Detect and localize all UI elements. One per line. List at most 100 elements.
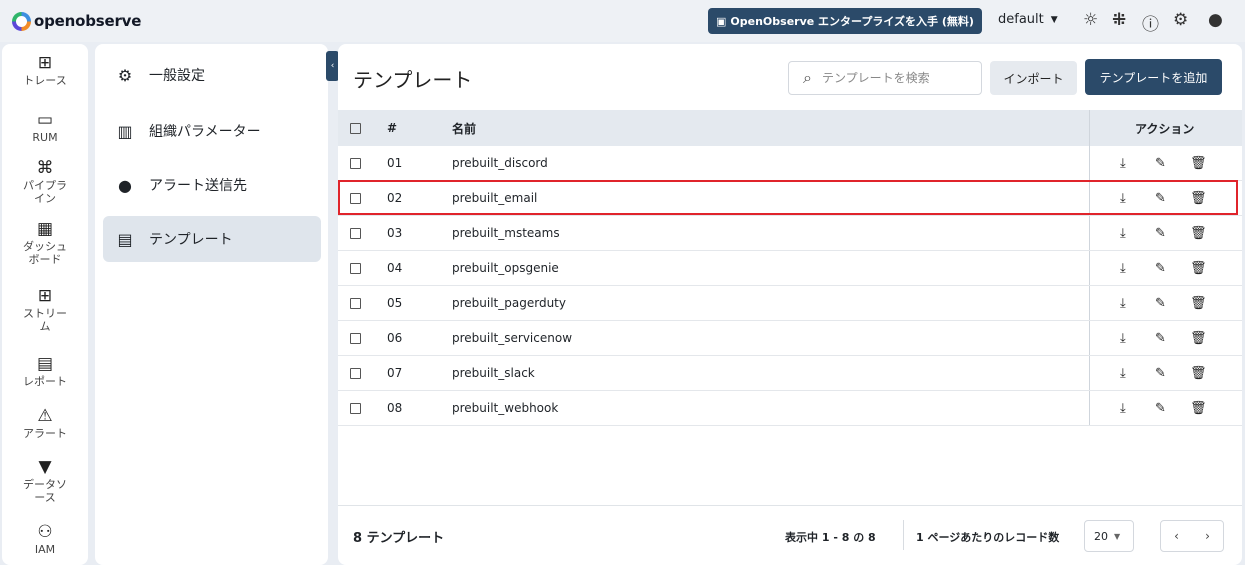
enterprise-button[interactable]: ▣ OpenObserve エンタープライズを入手 (無料) — [708, 8, 982, 34]
iam-icon: ⚇ — [37, 522, 53, 542]
rum-icon: ▭ — [36, 110, 54, 130]
edit-icon[interactable]: ✎ — [1155, 366, 1166, 381]
prev-page-button[interactable]: ‹ — [1161, 521, 1192, 551]
theme-toggle-icon[interactable]: ☼ — [1083, 10, 1098, 30]
delete-icon[interactable]: 🗑 — [1190, 191, 1207, 206]
nav-item-streams[interactable]: ⊞ ストリー ム — [2, 287, 88, 333]
download-icon[interactable]: ⤓ — [1120, 156, 1126, 171]
edit-icon[interactable]: ✎ — [1155, 226, 1166, 241]
slack-icon[interactable]: ⁜ — [1112, 10, 1126, 30]
download-icon[interactable]: ⤓ — [1120, 191, 1126, 206]
row-num: 06 — [387, 331, 403, 345]
row-actions: ⤓ ✎ 🗑 — [1089, 251, 1242, 285]
row-name: prebuilt_servicenow — [452, 331, 573, 345]
table-row[interactable]: 03 prebuilt_msteams ⤓ ✎ 🗑 — [338, 216, 1242, 251]
download-icon[interactable]: ⤓ — [1120, 401, 1126, 416]
settings-item-templates[interactable]: ▤ テンプレート — [103, 216, 321, 262]
delete-icon[interactable]: 🗑 — [1190, 401, 1207, 416]
nav-item-pipeline[interactable]: ⌘ パイプラ イン — [2, 159, 88, 205]
row-checkbox[interactable] — [350, 262, 361, 274]
delete-icon[interactable]: 🗑 — [1190, 331, 1207, 346]
search-box[interactable]: ⌕ — [788, 61, 982, 95]
chevron-left-icon: ‹ — [330, 61, 335, 71]
nav-item-iam[interactable]: ⚇ IAM — [2, 523, 88, 556]
nav-label: データソ ース — [23, 478, 67, 504]
table-row[interactable]: 05 prebuilt_pagerduty ⤓ ✎ 🗑 — [338, 286, 1242, 321]
delete-icon[interactable]: 🗑 — [1190, 366, 1207, 381]
table-row[interactable]: 01 prebuilt_discord ⤓ ✎ 🗑 — [338, 146, 1242, 181]
nav-label: ストリー ム — [23, 307, 67, 333]
nav-item-alerts[interactable]: ⚠ アラート — [2, 407, 88, 440]
nav-item-dashboards[interactable]: ▦ ダッシュ ボード — [2, 220, 88, 266]
row-name: prebuilt_pagerduty — [452, 296, 566, 310]
table-row[interactable]: 04 prebuilt_opsgenie ⤓ ✎ 🗑 — [338, 251, 1242, 286]
nav-label: IAM — [34, 543, 56, 556]
row-checkbox[interactable] — [350, 332, 361, 344]
records-per-page-select[interactable]: 20 ▼ — [1084, 520, 1134, 552]
settings-icon[interactable]: ⚙ — [1173, 10, 1188, 30]
briefcase-icon: ▣ — [716, 14, 727, 28]
row-name: prebuilt_opsgenie — [452, 261, 559, 275]
row-checkbox[interactable] — [350, 297, 361, 309]
row-num: 07 — [387, 366, 403, 380]
next-page-button[interactable]: › — [1192, 521, 1223, 551]
row-checkbox[interactable] — [350, 227, 361, 239]
settings-item-alert-destinations[interactable]: ● アラート送信先 — [103, 162, 321, 208]
settings-item-label: 組織パラメーター — [149, 124, 261, 140]
row-checkbox[interactable] — [350, 157, 361, 169]
row-actions: ⤓ ✎ 🗑 — [1089, 286, 1242, 320]
settings-item-general[interactable]: ⚙ 一般設定 — [103, 52, 321, 98]
delete-icon[interactable]: 🗑 — [1190, 296, 1207, 311]
report-icon: ▤ — [36, 354, 54, 374]
caret-down-icon: ▼ — [1050, 14, 1058, 25]
edit-icon[interactable]: ✎ — [1155, 401, 1166, 416]
nav-item-rum[interactable]: ▭ RUM — [2, 111, 88, 144]
nav-item-datasources[interactable]: ▼ データソ ース — [2, 458, 88, 504]
row-checkbox[interactable] — [350, 367, 361, 379]
edit-icon[interactable]: ✎ — [1155, 261, 1166, 276]
table-row[interactable]: 06 prebuilt_servicenow ⤓ ✎ 🗑 — [338, 321, 1242, 356]
edit-icon[interactable]: ✎ — [1155, 296, 1166, 311]
download-icon[interactable]: ⤓ — [1120, 331, 1126, 346]
table-row[interactable]: 07 prebuilt_slack ⤓ ✎ 🗑 — [338, 356, 1242, 391]
column-header-name[interactable]: 名前 — [452, 120, 476, 137]
table-row[interactable]: 08 prebuilt_webhook ⤓ ✎ 🗑 — [338, 391, 1242, 426]
nav-item-traces[interactable]: ⊞ トレース — [2, 54, 88, 87]
records-per-page-value: 20 — [1094, 529, 1108, 543]
download-icon[interactable]: ⤓ — [1120, 261, 1126, 276]
download-icon[interactable]: ⤓ — [1120, 366, 1126, 381]
nav-item-reports[interactable]: ▤ レポート — [2, 355, 88, 388]
pagination-range: 表示中 1 - 8 の 8 — [785, 531, 876, 544]
user-icon[interactable]: ● — [1208, 10, 1223, 30]
search-input[interactable] — [821, 71, 962, 85]
help-icon[interactable]: ⓘ — [1142, 10, 1159, 35]
download-icon[interactable]: ⤓ — [1120, 226, 1126, 241]
delete-icon[interactable]: 🗑 — [1190, 261, 1207, 276]
logo-text: openobserve — [34, 12, 142, 30]
nav-label: RUM — [32, 131, 58, 144]
row-actions: ⤓ ✎ 🗑 — [1089, 321, 1242, 355]
location-icon: ● — [118, 175, 132, 195]
edit-icon[interactable]: ✎ — [1155, 331, 1166, 346]
delete-icon[interactable]: 🗑 — [1190, 156, 1207, 171]
logo[interactable]: openobserve — [12, 11, 142, 31]
select-all-checkbox[interactable] — [350, 122, 361, 134]
pipeline-icon: ⌘ — [36, 158, 54, 178]
row-checkbox[interactable] — [350, 192, 361, 204]
divider — [903, 520, 904, 550]
settings-item-org-params[interactable]: ▥ 組織パラメーター — [103, 108, 321, 154]
gear-icon: ⚙ — [117, 65, 133, 85]
table-row[interactable]: 02 prebuilt_email ⤓ ✎ 🗑 — [338, 181, 1242, 216]
download-icon[interactable]: ⤓ — [1120, 296, 1126, 311]
templates-panel: テンプレート ⌕ インポート テンプレートを追加 # 名前 アクション 01 p… — [338, 44, 1242, 565]
actions-header-label: アクション — [1135, 121, 1195, 136]
import-button[interactable]: インポート — [990, 61, 1077, 95]
delete-icon[interactable]: 🗑 — [1190, 226, 1207, 241]
row-checkbox[interactable] — [350, 402, 361, 414]
enterprise-label: OpenObserve エンタープライズを入手 (無料) — [730, 15, 974, 28]
edit-icon[interactable]: ✎ — [1155, 191, 1166, 206]
add-template-button[interactable]: テンプレートを追加 — [1085, 59, 1222, 95]
edit-icon[interactable]: ✎ — [1155, 156, 1166, 171]
org-selector[interactable]: default ▼ — [998, 12, 1058, 27]
column-header-num[interactable]: # — [387, 121, 397, 135]
